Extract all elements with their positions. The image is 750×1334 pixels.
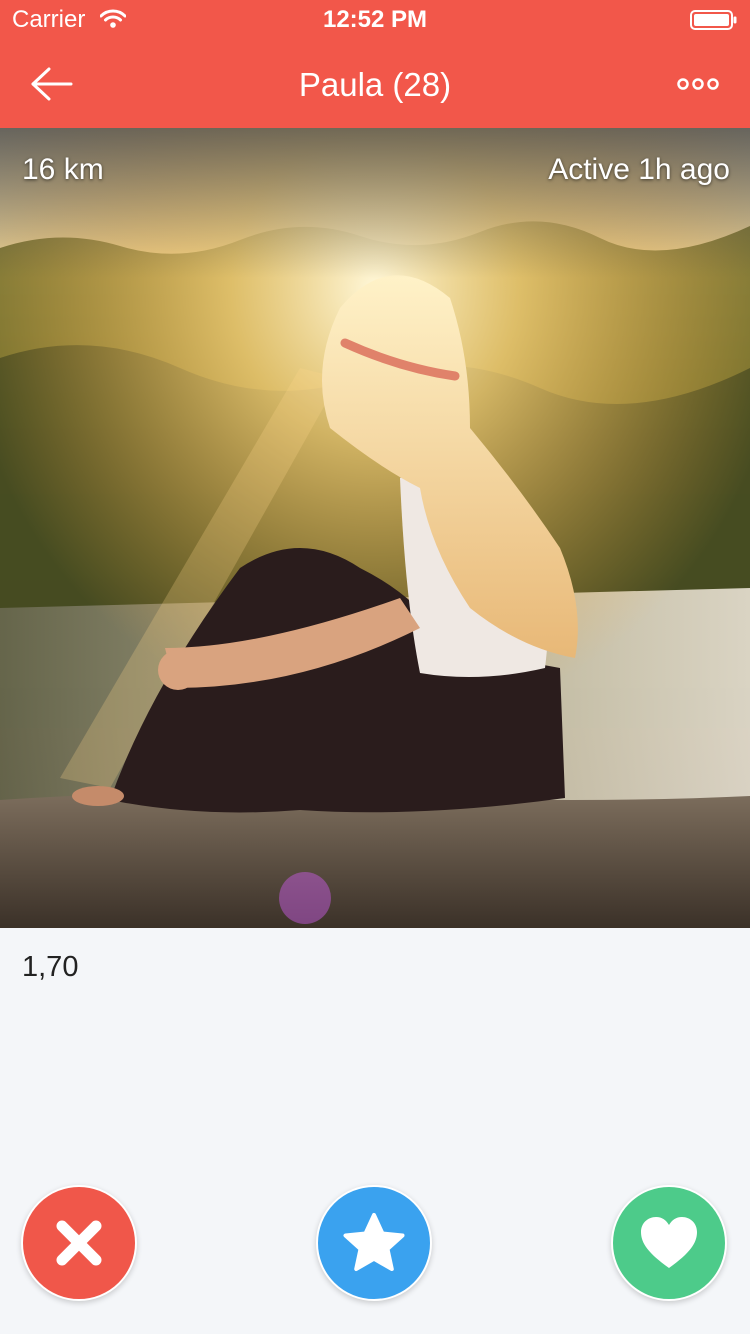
photo-overlay <box>0 128 750 278</box>
heart-icon <box>641 1217 697 1268</box>
star-icon <box>343 1213 405 1271</box>
superlike-button[interactable] <box>316 1185 432 1301</box>
back-button[interactable] <box>20 52 84 116</box>
arrow-left-icon <box>31 67 73 101</box>
battery-icon <box>690 10 737 30</box>
status-bar: Carrier 12:52 PM <box>0 0 750 40</box>
nav-bar: Paula (28) <box>0 40 750 128</box>
more-options-button[interactable] <box>666 52 730 116</box>
header: Carrier 12:52 PM Paula (28) <box>0 0 750 128</box>
dislike-button[interactable] <box>21 1185 137 1301</box>
close-icon <box>56 1220 102 1266</box>
height-value: 1,70 <box>22 951 79 983</box>
page-title: Paula (28) <box>298 66 452 103</box>
like-button[interactable] <box>611 1185 727 1301</box>
more-dots-icon <box>677 78 719 90</box>
profile-photo[interactable]: 16 km Active 1h ago <box>0 128 750 928</box>
status-time: 12:52 PM <box>322 6 428 33</box>
profile-screen: Carrier 12:52 PM Paula (28) 16 km Active… <box>0 0 750 1334</box>
distance-label: 16 km <box>22 153 104 186</box>
last-active-label: Active 1h ago <box>548 153 730 186</box>
